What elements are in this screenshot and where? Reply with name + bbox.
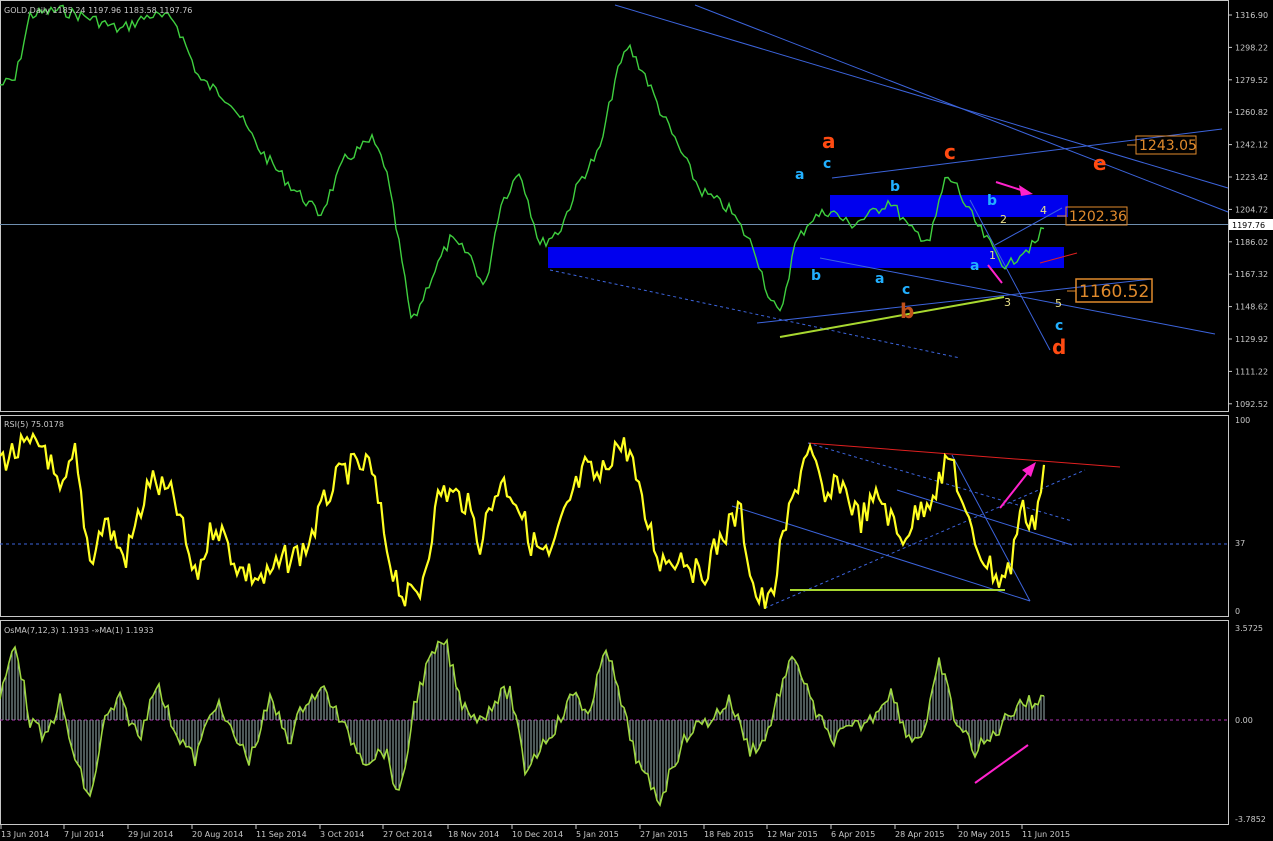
osma-magenta-line: [974, 744, 1029, 784]
arrow-main: [995, 181, 1033, 196]
wave-label: 1: [989, 249, 996, 262]
rsi-trend-lines: [731, 442, 1121, 609]
trend-lines: [549, 4, 1229, 359]
price-tick-label: 1092.52: [1235, 400, 1268, 409]
wave-label: a: [970, 258, 979, 274]
price-tick-label: 1148.62: [1235, 303, 1268, 312]
time-tick-label: 29 Jul 2014: [128, 830, 173, 839]
rsi-header: RSI(5) 75.0178: [4, 420, 64, 429]
wave-label: d: [1052, 335, 1066, 359]
price-tick-label: 1204.72: [1235, 205, 1268, 214]
wave-label: a: [795, 167, 804, 183]
osma-axis: 3.5725 0.00 -3.7852: [1235, 624, 1266, 824]
time-tick-label: 18 Feb 2015: [704, 830, 754, 839]
wave-label: 5: [1055, 297, 1062, 310]
chart-canvas: GOLD,Daily 1185.24 1197.96 1183.58 1197.…: [0, 0, 1273, 839]
time-tick-label: 6 Apr 2015: [831, 830, 875, 839]
time-tick-label: 12 Mar 2015: [767, 830, 818, 839]
rsi-tick-label: 100: [1235, 416, 1250, 425]
current-price-label: 1197.76: [1232, 221, 1265, 230]
lower-blue-zone: [548, 247, 1064, 268]
rsi-axis: 100 37 0: [1235, 416, 1250, 616]
price-tick-label: 1111.22: [1235, 367, 1268, 376]
time-axis: 13 Jun 2014 7 Jul 2014 29 Jul 2014 20 Aug 2…: [0, 825, 1070, 839]
wave-label: 3: [1004, 296, 1011, 309]
wave-label: 2: [1000, 213, 1007, 226]
price-tick-label: 1223.42: [1235, 173, 1268, 182]
osma-tick-label: 0.00: [1235, 716, 1253, 725]
wave-label: a: [875, 271, 884, 287]
osma-histogram: [0, 640, 1045, 805]
price-tick-label: 1298.22: [1235, 43, 1268, 52]
wave-label: c: [944, 140, 956, 164]
wave-label: e: [1093, 151, 1107, 175]
price-axis: 1316.90 1298.22 1279.52 1260.82 1242.12 1223.…: [1228, 11, 1268, 409]
price-tick-label: 1129.92: [1235, 335, 1268, 344]
value-box-1160: 1160.52: [1067, 278, 1153, 303]
wave-label: c: [823, 156, 831, 172]
time-tick-label: 11 Sep 2014: [256, 830, 307, 839]
wave-label: c: [902, 282, 910, 298]
time-tick-label: 3 Oct 2014: [320, 830, 364, 839]
time-tick-label: 7 Jul 2014: [64, 830, 104, 839]
svg-text:1160.52: 1160.52: [1079, 282, 1149, 302]
svg-text:1202.36: 1202.36: [1069, 209, 1127, 225]
price-tick-label: 1279.52: [1235, 76, 1268, 85]
time-tick-label: 18 Nov 2014: [448, 830, 499, 839]
osma-header: OsMA(7,12,3) 1.1933 -»MA(1) 1.1933: [4, 626, 154, 635]
svg-text:1243.05: 1243.05: [1139, 138, 1197, 154]
price-tick-label: 1167.32: [1235, 270, 1268, 279]
time-tick-label: 5 Jan 2015: [576, 830, 619, 839]
time-tick-label: 27 Jan 2015: [640, 830, 688, 839]
wave-label: b: [987, 193, 997, 209]
time-tick-label: 13 Jun 2014: [1, 830, 49, 839]
rsi-tick-label: 37: [1235, 539, 1245, 548]
time-tick-label: 20 May 2015: [958, 830, 1010, 839]
time-tick-label: 11 Jun 2015: [1022, 830, 1070, 839]
time-tick-label: 20 Aug 2014: [192, 830, 243, 839]
wave-label: a: [822, 129, 836, 153]
wave-label: c: [1055, 318, 1063, 334]
wave-label: b: [811, 268, 821, 284]
diagonal-line-1: [969, 199, 1051, 351]
osma-panel-frame: [0, 620, 1229, 825]
wave-label: b: [900, 299, 914, 323]
rsi-tick-label: 0: [1235, 607, 1240, 616]
wave-labels-blue: a c b b a c b a c: [795, 156, 1063, 334]
upper-blue-zone: [830, 195, 1068, 217]
price-tick-label: 1186.02: [1235, 238, 1268, 247]
wave-label: 4: [1040, 204, 1047, 217]
wave-label: b: [890, 179, 900, 195]
price-tick-label: 1260.82: [1235, 108, 1268, 117]
price-tick-label: 1316.90: [1235, 11, 1268, 20]
rsi-series: [0, 431, 1046, 609]
time-tick-label: 10 Dec 2014: [512, 830, 563, 839]
channel-top-line: [614, 4, 1229, 189]
rsi-arrow: [999, 462, 1036, 509]
triangle-lower-line: [819, 257, 1216, 335]
time-tick-label: 28 Apr 2015: [895, 830, 944, 839]
channel-outer-line: [694, 4, 1229, 213]
main-header: GOLD,Daily 1185.24 1197.96 1183.58 1197.…: [4, 6, 192, 15]
osma-tick-label: -3.7852: [1235, 815, 1266, 824]
time-tick-label: 27 Oct 2014: [383, 830, 432, 839]
value-box-1243: 1243.05: [1127, 135, 1197, 155]
wave-labels-red: a c b e d: [822, 129, 1107, 359]
osma-tick-label: 3.5725: [1235, 624, 1263, 633]
dashed-support-line: [549, 269, 961, 359]
price-tick-label: 1242.12: [1235, 141, 1268, 150]
